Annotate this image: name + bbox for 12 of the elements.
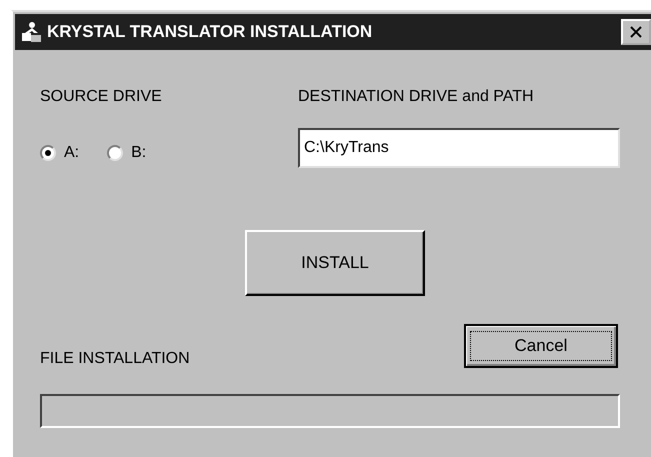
path-field[interactable]: C:\KryTrans — [298, 128, 620, 168]
close-button[interactable] — [621, 19, 651, 45]
destination-label: DESTINATION DRIVE and PATH — [298, 88, 535, 106]
drive-radio[interactable]: A: — [40, 144, 80, 162]
window-title: KRYSTAL TRANSLATOR INSTALLATION — [47, 22, 374, 42]
drive-radio[interactable]: B: — [107, 144, 146, 162]
source-drive-label: SOURCE DRIVE — [40, 88, 163, 106]
app-icon — [21, 21, 43, 43]
file-installation-label: FILE INSTALLATION — [40, 350, 190, 368]
install-button[interactable]: INSTALL — [245, 230, 425, 296]
close-icon — [629, 25, 643, 39]
cancel-button[interactable]: Cancel — [464, 324, 618, 368]
